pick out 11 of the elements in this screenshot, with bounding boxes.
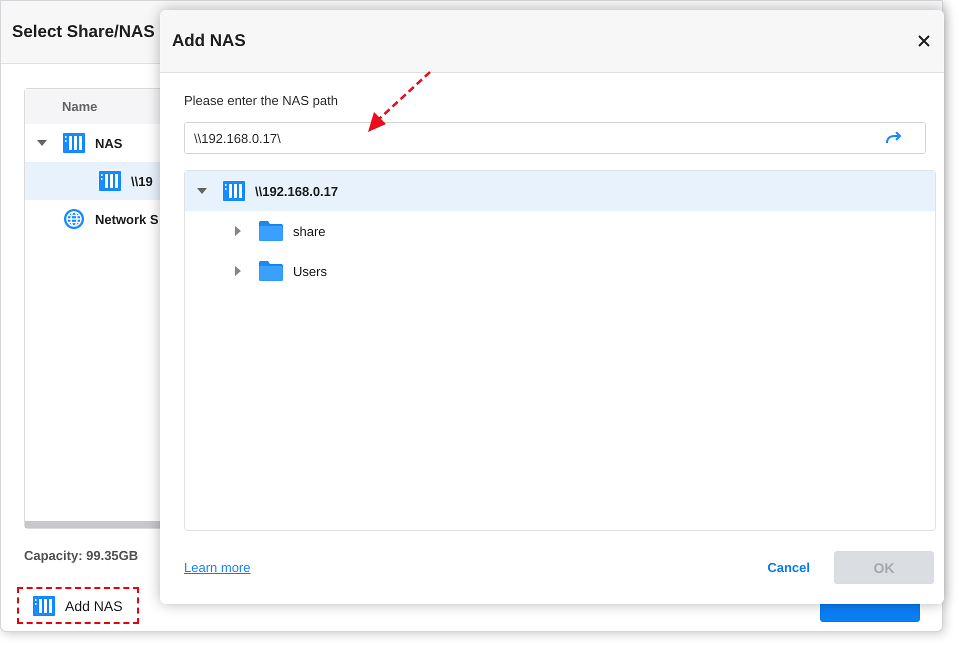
column-header: Name (62, 99, 98, 114)
tree-item-label: Network S (95, 212, 159, 226)
tree-item-label: NAS (95, 136, 122, 150)
tree-item-label: \\19 (131, 174, 153, 188)
tree-item-label: share (293, 224, 326, 238)
window-title: Select Share/NAS (12, 22, 155, 42)
tree-item-label: Users (293, 264, 327, 278)
tree-item-label: \\192.168.0.17 (255, 184, 338, 198)
capacity-label: Capacity: 99.35GB (24, 548, 140, 563)
path-label: Please enter the NAS path (184, 93, 339, 108)
dialog-title: Add NAS (172, 31, 247, 51)
